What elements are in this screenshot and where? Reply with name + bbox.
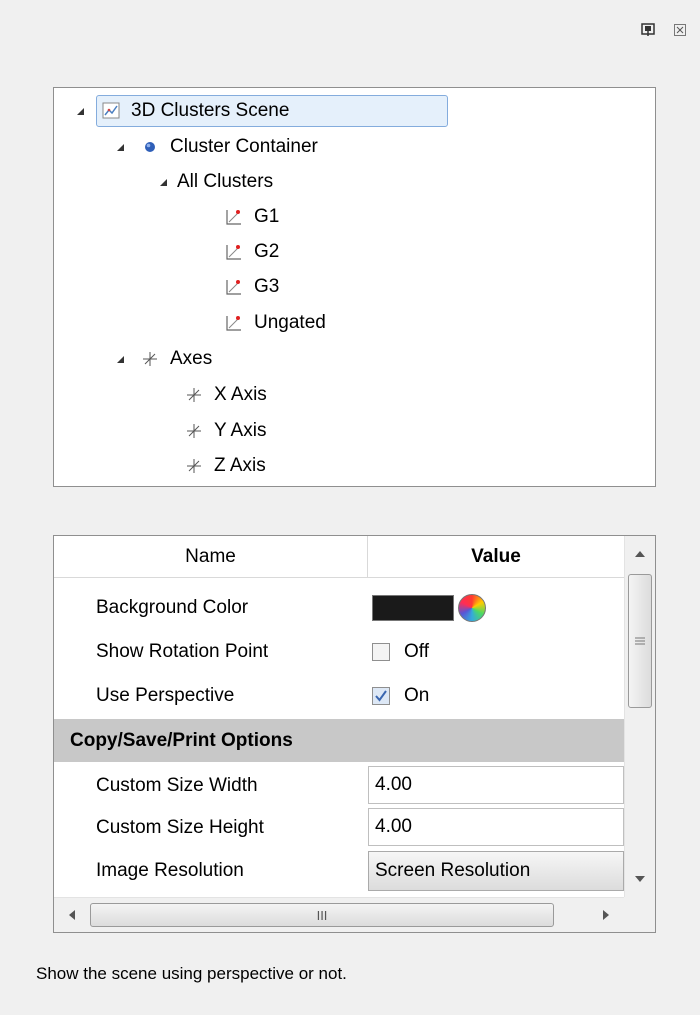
custom-size-width-input[interactable]: 4.00 — [368, 766, 624, 804]
show-rotation-point-checkbox[interactable] — [372, 642, 390, 661]
tree-item-label: Cluster Container — [170, 136, 318, 157]
tree-item-cluster-ungated[interactable]: Ungated — [224, 307, 326, 339]
tree-item-x-axis[interactable]: X Axis — [184, 379, 267, 411]
checkbox-label: Off — [404, 640, 429, 662]
tree-item-cluster-container[interactable]: Cluster Container — [140, 131, 318, 163]
property-value — [372, 586, 486, 629]
scene-chart-icon — [101, 101, 121, 121]
axes-icon — [140, 349, 160, 369]
color-swatch[interactable] — [372, 594, 454, 621]
horizontal-scrollbar[interactable]: III — [54, 897, 624, 932]
sphere-icon — [140, 137, 160, 157]
tree-item-3d-clusters-scene[interactable]: 3D Clusters Scene — [96, 95, 448, 127]
tree-item-z-axis[interactable]: Z Axis — [184, 450, 266, 482]
arrow-down-icon — [635, 876, 645, 882]
scatter-plot-icon — [224, 277, 244, 297]
scatter-plot-icon — [224, 242, 244, 262]
tree-item-axes[interactable]: Axes — [140, 343, 212, 375]
column-header-name[interactable]: Name — [54, 536, 368, 578]
property-grid[interactable]: Name Value Background Color Show Rotatio… — [53, 535, 656, 933]
grip-icon — [635, 637, 645, 645]
close-button[interactable] — [672, 22, 688, 38]
scroll-up-button[interactable] — [628, 542, 652, 566]
tree-item-all-clusters[interactable]: All Clusters — [167, 166, 273, 198]
scroll-right-button[interactable] — [594, 903, 618, 927]
tree-item-y-axis[interactable]: Y Axis — [184, 415, 266, 447]
horizontal-scroll-thumb[interactable]: III — [90, 903, 554, 927]
property-row-use-perspective[interactable]: Use Perspective On — [54, 674, 624, 717]
axes-icon — [184, 456, 204, 476]
checkmark-icon — [375, 689, 387, 702]
use-perspective-checkbox[interactable] — [372, 686, 390, 705]
property-row-background-color[interactable]: Background Color — [54, 586, 624, 629]
scatter-plot-icon — [224, 313, 244, 333]
property-value: On — [372, 674, 429, 717]
property-description: Show the scene using perspective or not. — [36, 964, 347, 983]
property-name: Use Perspective — [96, 684, 235, 706]
arrow-left-icon — [69, 910, 75, 920]
tree-item-label: G1 — [254, 206, 280, 227]
arrow-right-icon — [603, 910, 609, 920]
tree-item-label: Y Axis — [214, 420, 267, 441]
tree-item-label: G2 — [254, 241, 280, 262]
tree-item-cluster-g1[interactable]: G1 — [224, 201, 279, 233]
pin-button[interactable] — [640, 22, 656, 38]
scroll-down-button[interactable] — [628, 867, 652, 891]
expand-root-arrow[interactable] — [74, 105, 86, 117]
close-icon — [674, 24, 686, 36]
property-name: Custom Size Width — [96, 774, 258, 796]
scroll-left-button[interactable] — [60, 903, 84, 927]
tree-item-label: G3 — [254, 276, 280, 297]
arrow-up-icon — [635, 551, 645, 557]
property-value: Off — [372, 630, 429, 673]
image-resolution-select[interactable]: Screen Resolution — [368, 851, 624, 891]
expand-cluster-container-arrow[interactable] — [114, 141, 126, 153]
scene-tree[interactable]: 3D Clusters Scene Cluster Container All … — [53, 87, 656, 487]
axes-icon — [184, 385, 204, 405]
property-name: Background Color — [96, 596, 249, 618]
property-name: Show Rotation Point — [96, 640, 269, 662]
property-name: Image Resolution — [96, 859, 244, 881]
scrollbar-corner — [624, 897, 655, 932]
section-copy-save-print-options[interactable]: Copy/Save/Print Options — [54, 719, 624, 762]
tree-item-label: 3D Clusters Scene — [131, 100, 290, 121]
scatter-plot-icon — [224, 207, 244, 227]
tree-item-cluster-g2[interactable]: G2 — [224, 236, 279, 268]
pin-icon — [641, 23, 655, 36]
vertical-scroll-thumb[interactable] — [628, 574, 652, 708]
tree-item-label: All Clusters — [177, 171, 274, 192]
tree-item-cluster-g3[interactable]: G3 — [224, 271, 279, 303]
tree-item-label: Axes — [170, 348, 213, 369]
tree-item-label: X Axis — [214, 384, 267, 405]
tree-item-label: Z Axis — [214, 455, 266, 476]
grip-icon: III — [316, 907, 328, 923]
property-row-show-rotation-point[interactable]: Show Rotation Point Off — [54, 630, 624, 673]
custom-size-height-input[interactable]: 4.00 — [368, 808, 624, 846]
vertical-scrollbar[interactable] — [624, 536, 655, 897]
property-name: Custom Size Height — [96, 816, 264, 838]
expanded-arrow-icon — [116, 143, 124, 151]
expand-axes-arrow[interactable] — [114, 353, 126, 365]
expanded-arrow-icon — [116, 355, 124, 363]
tree-item-label: Ungated — [254, 312, 326, 333]
color-wheel-icon[interactable] — [458, 593, 486, 622]
axes-icon — [184, 421, 204, 441]
checkbox-label: On — [404, 684, 430, 706]
expanded-arrow-icon — [76, 107, 84, 115]
column-header-value[interactable]: Value — [368, 536, 624, 578]
